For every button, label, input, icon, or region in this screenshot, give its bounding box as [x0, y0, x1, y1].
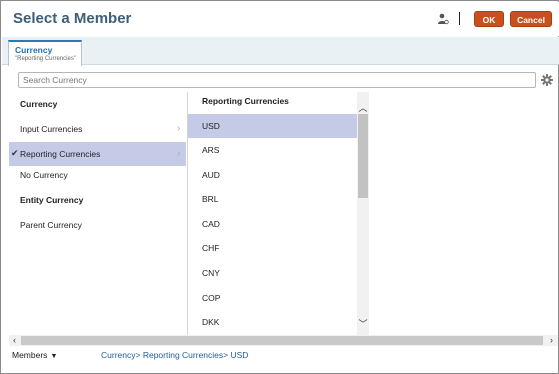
list-item[interactable]: USD: [188, 114, 357, 138]
breadcrumb-item-reporting-currencies[interactable]: Reporting Currencies>: [143, 350, 228, 360]
vertical-scrollbar[interactable]: ︿ ﹀: [357, 92, 369, 335]
breadcrumb: Currency> Reporting Currencies> USD: [101, 350, 248, 360]
left-header-currency: Currency: [20, 99, 58, 109]
list-item[interactable]: DKK: [188, 310, 357, 334]
members-menu[interactable]: Members ▼: [12, 350, 57, 360]
tab-strip: Currency "Reporting Currencies": [2, 37, 559, 66]
hierarchy-column: Currency Input Currencies › ✔ Reporting …: [9, 92, 186, 335]
chevron-down-icon[interactable]: ﹀: [357, 318, 369, 330]
tab-subtitle: "Reporting Currencies": [15, 56, 76, 62]
left-item-no-currency[interactable]: No Currency: [9, 163, 186, 187]
left-item-input-currencies[interactable]: Input Currencies ›: [9, 117, 186, 141]
chevron-right-icon: ›: [177, 148, 181, 159]
caret-down-icon: ▼: [50, 353, 58, 360]
tab-currency[interactable]: Currency "Reporting Currencies": [8, 40, 82, 66]
list-item[interactable]: AUD: [188, 163, 357, 187]
cancel-button[interactable]: Cancel: [510, 11, 552, 27]
list-item[interactable]: CAD: [188, 212, 357, 236]
chevron-up-icon[interactable]: ︿: [357, 102, 369, 114]
member-list-header: Reporting Currencies: [202, 96, 289, 106]
header-divider: [459, 12, 460, 25]
list-item[interactable]: ARS: [188, 138, 357, 162]
horizontal-scrollbar[interactable]: ‹ ›: [9, 335, 558, 346]
breadcrumb-item-usd[interactable]: USD: [230, 350, 248, 360]
tab-title: Currency: [15, 45, 53, 55]
vertical-scroll-thumb[interactable]: [358, 114, 368, 198]
search-input[interactable]: [18, 72, 536, 88]
list-item[interactable]: CHF: [188, 236, 357, 260]
member-list-column: Reporting Currencies USD ARS AUD BRL CAD…: [187, 92, 357, 335]
breadcrumb-item-currency[interactable]: Currency>: [101, 350, 140, 360]
gear-icon[interactable]: [541, 74, 553, 86]
dialog-title: Select a Member: [13, 10, 132, 27]
list-item[interactable]: BRL: [188, 187, 357, 211]
list-item[interactable]: CNY: [188, 261, 357, 285]
check-icon: ✔: [11, 148, 19, 158]
chevron-right-icon[interactable]: ›: [546, 335, 557, 346]
left-item-parent-currency[interactable]: Parent Currency: [9, 213, 186, 237]
user-settings-icon[interactable]: [437, 13, 449, 25]
chevron-right-icon: ›: [177, 123, 181, 134]
select-member-dialog: Select a Member OK Cancel Currency "Repo…: [0, 0, 559, 374]
ok-button[interactable]: OK: [474, 11, 504, 27]
list-item[interactable]: COP: [188, 286, 357, 310]
left-header-entity-currency[interactable]: Entity Currency: [9, 188, 186, 212]
chevron-left-icon[interactable]: ‹: [9, 335, 20, 346]
horizontal-scroll-thumb[interactable]: [21, 336, 543, 345]
dialog-header: Select a Member OK Cancel: [2, 2, 559, 36]
